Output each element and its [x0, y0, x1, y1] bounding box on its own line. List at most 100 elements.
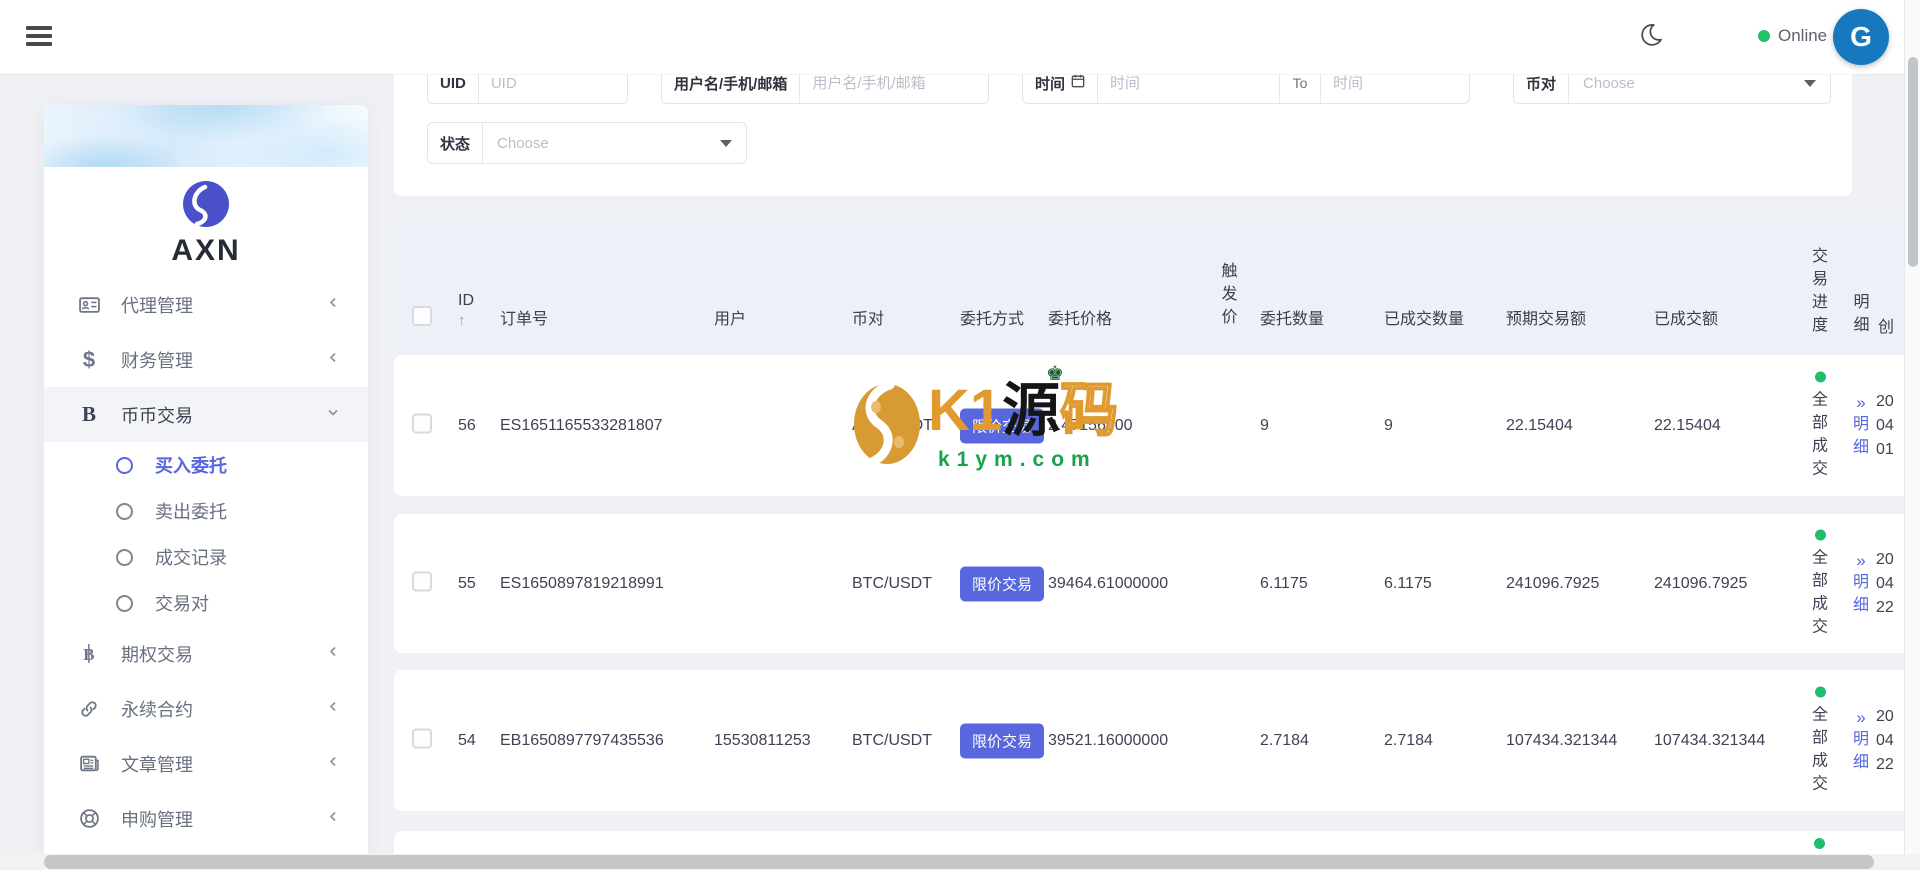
sidebar-item-subscription-management[interactable]: 申购管理 — [44, 791, 368, 846]
online-label: Online — [1778, 26, 1828, 45]
sort-asc-icon[interactable]: ↑ — [458, 312, 466, 329]
online-status: Online — [1758, 26, 1827, 46]
horizontal-scrollbar[interactable] — [0, 854, 1920, 870]
order-type-badge: 限价交易 — [960, 723, 1045, 758]
created-line: 04 — [1876, 574, 1894, 592]
radio-circle-icon — [116, 548, 133, 566]
sidebar-item-perpetual-contracts[interactable]: 永续合约 — [44, 681, 368, 736]
cell-progress: 全部成交 — [1808, 371, 1832, 480]
cell-created: 20 04 22 — [1876, 548, 1894, 620]
detail-link[interactable]: » 明细 — [1850, 551, 1872, 617]
cell-filled-amt: 241096.7925 — [1654, 574, 1748, 592]
created-line: 04 — [1876, 416, 1894, 434]
calendar-icon — [1071, 74, 1085, 92]
sidebar-menu: 代理管理 $ 财务管理 B 币币交易 买入委托 卖出委托 成交记录 交易对 期权… — [44, 277, 368, 870]
select-all-checkbox[interactable] — [412, 306, 432, 326]
watermark-text: K1源码 ♚ k1ym.com — [928, 364, 1119, 472]
app-viewport: UID 用户名/手机/邮箱 时间 To 币对 Choose — [0, 0, 1920, 870]
radio-circle-icon — [116, 594, 133, 612]
chevron-left-icon — [326, 754, 340, 773]
avatar-letter: G — [1850, 21, 1872, 52]
sidebar-item-trading-pairs[interactable]: 交易对 — [44, 580, 368, 626]
chain-link-icon — [77, 699, 101, 719]
dollar-icon: $ — [82, 346, 96, 372]
header-progress: 交易进度 — [1811, 248, 1828, 334]
cell-expected: 107434.321344 — [1506, 731, 1618, 749]
sidebar-item-agent-management[interactable]: 代理管理 — [44, 277, 368, 332]
dark-mode-toggle[interactable] — [1638, 22, 1664, 48]
table-header: ID ↑ 订单号 用户 币对 委托方式 委托价格 触发价 委托数量 已成交数量 … — [394, 216, 1904, 355]
radio-circle-icon — [116, 456, 133, 474]
cell-expected: 22.15404 — [1506, 416, 1573, 434]
cell-price: 39521.16000000 — [1048, 731, 1169, 749]
watermark-k1: K1 — [928, 378, 1003, 443]
cell-pair: BTC/USDT — [852, 574, 932, 592]
cell-id: 55 — [458, 574, 476, 592]
sidebar-item-label: 文章管理 — [121, 754, 193, 775]
vertical-scrollbar-thumb[interactable] — [1908, 57, 1918, 267]
row-checkbox[interactable] — [412, 728, 432, 748]
sidebar-item-trade-records[interactable]: 成交记录 — [44, 534, 368, 580]
progress-text: 全部成交 — [1811, 706, 1828, 792]
header-created: 创 — [1878, 319, 1895, 336]
cell-filled-amt: 107434.321344 — [1654, 731, 1766, 749]
cell-id: 56 — [458, 416, 476, 434]
cell-filled-qty: 6.1175 — [1384, 574, 1432, 592]
header-expected: 预期交易额 — [1506, 311, 1587, 328]
cell-filled-qty: 9 — [1384, 416, 1393, 434]
bold-b-icon: B — [81, 402, 96, 426]
sidebar-item-article-management[interactable]: 文章管理 — [44, 736, 368, 791]
created-line: 22 — [1876, 755, 1894, 773]
sidebar-item-label: 交易对 — [155, 594, 209, 614]
detail-text: 明细 — [1852, 415, 1869, 456]
sidebar-item-label: 代理管理 — [121, 295, 193, 316]
table-row: 55 ES1650897819218991 BTC/USDT 限价交易 3946… — [394, 514, 1904, 653]
detail-link[interactable]: » 明细 — [1850, 393, 1872, 459]
row-checkbox[interactable] — [412, 413, 432, 433]
sidebar-item-buy-orders[interactable]: 买入委托 — [44, 442, 368, 488]
status-select[interactable]: Choose — [483, 123, 746, 163]
cell-progress: 全部成交 — [1808, 529, 1832, 638]
brand-logo-icon — [183, 181, 229, 227]
cell-id: 54 — [458, 731, 476, 749]
chevron-left-icon — [326, 644, 340, 663]
sidebar-item-spot-trading[interactable]: B 币币交易 — [44, 387, 368, 442]
header-id[interactable]: ID ↑ — [458, 292, 474, 329]
sidebar-item-finance-management[interactable]: $ 财务管理 — [44, 332, 368, 387]
table-row: 56 ES1651165533281807 AXN/USDT 限价交易 2.47… — [394, 355, 1904, 496]
created-line: 20 — [1876, 392, 1894, 410]
vertical-scrollbar[interactable] — [1904, 0, 1920, 870]
header-filled-amt: 已成交额 — [1654, 311, 1719, 328]
header-user: 用户 — [714, 311, 747, 328]
progress-dot-icon — [1814, 371, 1826, 382]
header-order-no: 订单号 — [500, 311, 549, 328]
watermark-logo-icon — [854, 382, 920, 466]
menu-toggle-button[interactable] — [26, 26, 54, 48]
row-checkbox[interactable] — [412, 571, 432, 591]
watermark-yuan: 源 — [1002, 378, 1061, 443]
avatar[interactable]: G — [1833, 9, 1889, 65]
created-line: 01 — [1876, 440, 1894, 458]
sidebar-item-label: 币币交易 — [121, 405, 193, 426]
header-price: 委托价格 — [1048, 311, 1113, 328]
horizontal-scrollbar-thumb[interactable] — [44, 855, 1874, 869]
sidebar-item-sell-orders[interactable]: 卖出委托 — [44, 488, 368, 534]
time-label-text: 时间 — [1035, 75, 1066, 93]
progress-text: 全部成交 — [1811, 549, 1828, 635]
header-trigger: 触发价 — [1221, 263, 1238, 326]
created-line: 20 — [1876, 550, 1894, 568]
detail-link[interactable]: » 明细 — [1850, 708, 1872, 774]
order-type-badge: 限价交易 — [960, 566, 1045, 601]
header-detail: 明细 — [1853, 294, 1870, 334]
table-row: 54 EB1650897797435536 15530811253 BTC/US… — [394, 670, 1904, 811]
detail-text: 明细 — [1852, 573, 1869, 614]
watermark: K1源码 ♚ k1ym.com — [852, 364, 1119, 472]
cell-pair: BTC/USDT — [852, 731, 932, 749]
cell-created: 20 04 22 — [1876, 705, 1894, 777]
cell-created: 20 04 01 — [1876, 390, 1894, 462]
created-line: 04 — [1876, 731, 1894, 749]
sidebar-item-options-trading[interactable]: B 期权交易 — [44, 626, 368, 681]
sidebar-item-label: 申购管理 — [121, 809, 193, 830]
chevron-down-icon — [326, 405, 340, 424]
cell-expected: 241096.7925 — [1506, 574, 1600, 592]
